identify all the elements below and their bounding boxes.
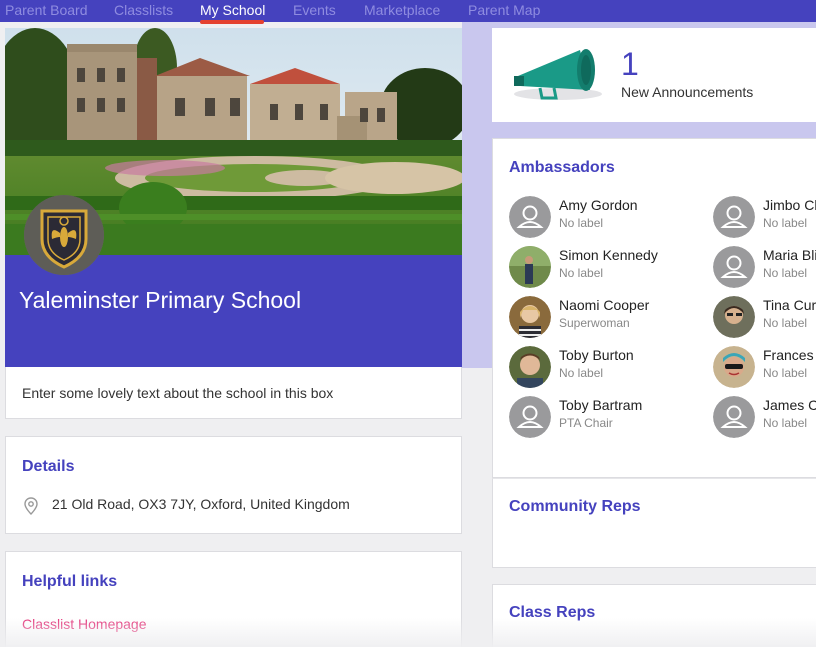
ambassador-label: No label — [559, 366, 604, 380]
default-avatar-icon — [509, 196, 551, 238]
class-reps-title: Class Reps — [509, 604, 596, 621]
ambassador-label: No label — [763, 416, 808, 430]
nav-parent-map[interactable]: Parent Map — [468, 2, 540, 18]
ambassador-name: Frances — [763, 347, 814, 363]
default-avatar-icon — [713, 396, 755, 438]
helpful-links-title: Helpful links — [22, 573, 118, 590]
ambassador-label: No label — [763, 316, 808, 330]
location-pin-icon — [24, 497, 38, 520]
nav-marketplace[interactable]: Marketplace — [364, 2, 440, 18]
ambassador-photo — [713, 346, 755, 388]
default-avatar-icon — [713, 196, 755, 238]
ambassador-item[interactable]: Tina Curt No label — [713, 296, 816, 338]
class-reps-card: Class Reps — [492, 584, 816, 647]
community-reps-title: Community Reps — [509, 498, 641, 515]
megaphone-icon — [510, 42, 604, 107]
default-avatar-icon — [509, 396, 551, 438]
ambassador-photo — [509, 246, 551, 288]
about-text: Enter some lovely text about the school … — [22, 385, 334, 401]
ambassador-item[interactable]: Toby Burton No label — [509, 346, 669, 388]
community-reps-card: Community Reps — [492, 478, 816, 568]
ambassador-name: Jimbo Cl — [763, 197, 816, 213]
school-name: Yaleminster Primary School — [19, 287, 302, 313]
nav-events[interactable]: Events — [293, 2, 336, 18]
school-crest-logo — [24, 195, 104, 275]
link-classlist-homepage[interactable]: Classlist Homepage — [22, 616, 147, 632]
ambassador-label: No label — [763, 366, 808, 380]
top-nav: Parent Board Classlists My School Events… — [0, 0, 816, 22]
about-card: Enter some lovely text about the school … — [5, 367, 462, 419]
school-address: 21 Old Road, OX3 7JY, Oxford, United Kin… — [52, 496, 350, 512]
ambassador-label: No label — [763, 216, 808, 230]
ambassador-label: Superwoman — [559, 316, 630, 330]
ambassador-name: Maria Bli — [763, 247, 816, 263]
announcement-count: 1 — [621, 46, 639, 82]
ambassador-name: Simon Kennedy — [559, 247, 658, 263]
ambassador-label: No label — [559, 216, 604, 230]
ambassador-item[interactable]: Amy Gordon No label — [509, 196, 669, 238]
ambassador-name: Toby Bartram — [559, 397, 643, 413]
details-card: Details 21 Old Road, OX3 7JY, Oxford, Un… — [5, 436, 462, 534]
ambassador-label: PTA Chair — [559, 416, 613, 430]
ambassador-name: Toby Burton — [559, 347, 634, 363]
ambassadors-title: Ambassadors — [509, 159, 615, 176]
ambassador-item[interactable]: James C No label — [713, 396, 816, 438]
ambassador-photo — [509, 346, 551, 388]
ambassador-photo — [509, 296, 551, 338]
active-tab-indicator — [200, 20, 264, 24]
nav-classlists[interactable]: Classlists — [114, 2, 173, 18]
announcements-card[interactable]: 1 New Announcements — [492, 28, 816, 122]
ambassador-photo — [713, 296, 755, 338]
details-title: Details — [22, 458, 75, 475]
ambassador-label: No label — [559, 266, 604, 280]
ambassador-item[interactable]: Simon Kennedy No label — [509, 246, 669, 288]
ambassadors-card: Ambassadors Amy Gordon No label Jimbo Cl… — [492, 138, 816, 478]
announcement-label: New Announcements — [621, 84, 754, 100]
ambassador-item[interactable]: Maria Bli No label — [713, 246, 816, 288]
nav-parent-board[interactable]: Parent Board — [5, 2, 88, 18]
ambassador-label: No label — [763, 266, 808, 280]
ambassador-item[interactable]: Toby Bartram PTA Chair — [509, 396, 669, 438]
ambassador-name: Amy Gordon — [559, 197, 638, 213]
ambassador-item[interactable]: Naomi Cooper Superwoman — [509, 296, 669, 338]
helpful-links-card: Helpful links Classlist Homepage — [5, 551, 462, 647]
ambassador-name: James C — [763, 397, 816, 413]
ambassador-item[interactable]: Frances No label — [713, 346, 816, 388]
default-avatar-icon — [713, 246, 755, 288]
nav-my-school[interactable]: My School — [200, 2, 265, 18]
ambassador-name: Tina Curt — [763, 297, 816, 313]
ambassador-item[interactable]: Jimbo Cl No label — [713, 196, 816, 238]
ambassador-name: Naomi Cooper — [559, 297, 650, 313]
